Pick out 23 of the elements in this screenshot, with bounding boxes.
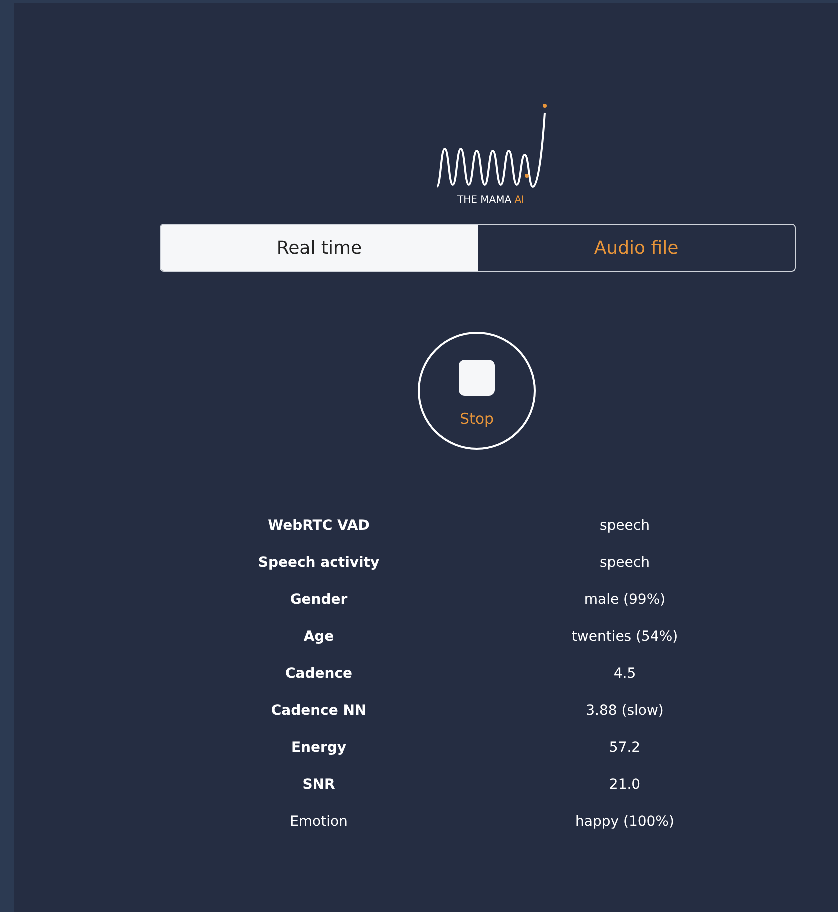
- mode-tab[interactable]: Real time: [161, 225, 478, 271]
- result-label: Age: [302, 629, 336, 645]
- mode-tab[interactable]: Audio file: [478, 225, 795, 271]
- result-label: Speech activity: [257, 555, 381, 571]
- stop-button[interactable]: Stop: [418, 332, 536, 450]
- result-value: 4.5: [612, 666, 638, 682]
- result-label: WebRTC VAD: [267, 518, 371, 534]
- result-label: Cadence: [284, 666, 354, 682]
- result-label: Gender: [289, 592, 349, 608]
- result-label: Energy: [290, 740, 348, 756]
- stop-icon: [459, 360, 495, 396]
- result-label: Cadence NN: [270, 703, 368, 719]
- result-value: happy (100%): [574, 814, 676, 830]
- logo-text: THE MAMA AI: [457, 195, 525, 206]
- result-label: SNR: [302, 777, 336, 793]
- result-label: Emotion: [289, 814, 349, 830]
- result-value: speech: [599, 555, 651, 571]
- result-value: twenties (54%): [570, 629, 680, 645]
- result-value: male (99%): [583, 592, 667, 608]
- result-value: speech: [599, 518, 651, 534]
- result-value: 21.0: [608, 777, 642, 793]
- result-value: 57.2: [608, 740, 642, 756]
- result-value: 3.88 (slow): [585, 703, 665, 719]
